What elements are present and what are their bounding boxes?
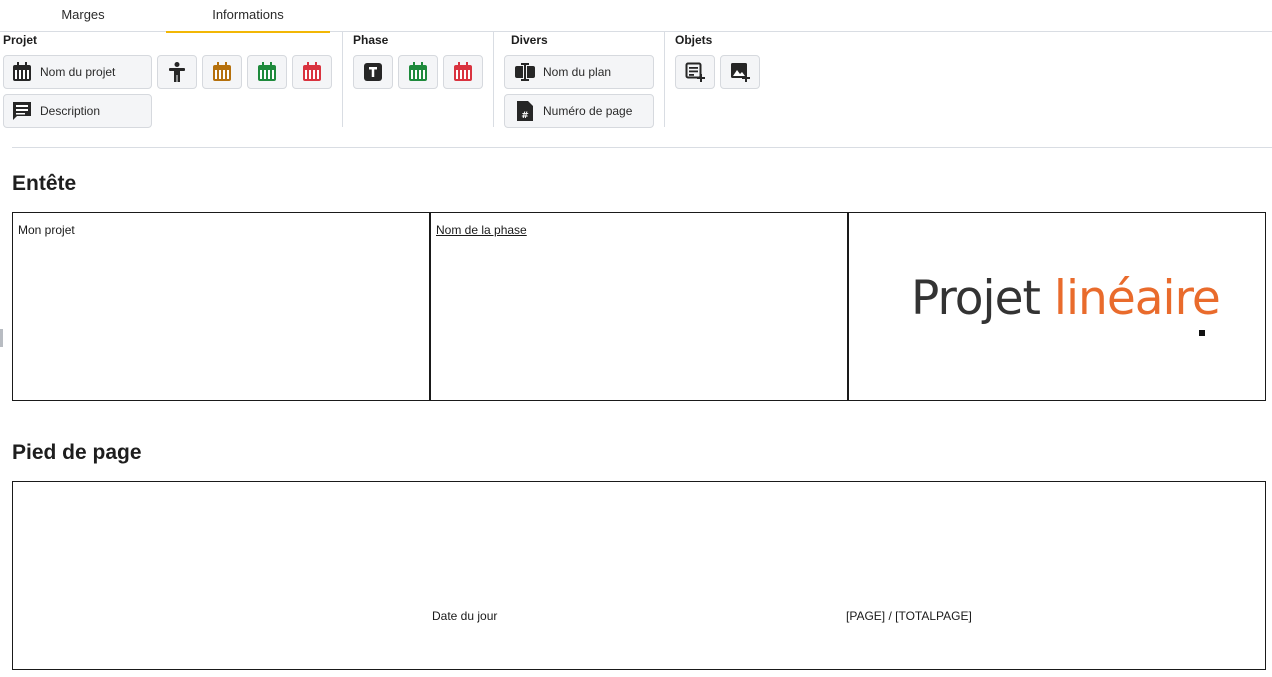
comment-icon <box>13 102 31 120</box>
nom-du-plan-button[interactable]: Nom du plan <box>504 55 654 89</box>
nom-du-plan-label: Nom du plan <box>543 65 612 79</box>
calendar-green-icon <box>409 62 427 81</box>
tab-bar: Marges Informations <box>0 0 1272 33</box>
ribbon-divider <box>12 147 1272 148</box>
calendar-green-button[interactable] <box>247 55 287 89</box>
person-icon <box>169 62 185 82</box>
add-text-icon <box>685 62 705 82</box>
numero-de-page-label: Numéro de page <box>543 104 633 118</box>
numero-de-page-button[interactable]: # Numéro de page <box>504 94 654 128</box>
calendar-orange-button[interactable] <box>202 55 242 89</box>
add-image-icon <box>731 63 750 82</box>
header-frame: Mon projet Nom de la phase Projet linéai… <box>12 212 1266 401</box>
active-tab-indicator <box>166 31 330 33</box>
group-title-divers: Divers <box>511 33 548 47</box>
description-button[interactable]: Description <box>3 94 152 128</box>
footer-section-title: Pied de page <box>12 441 142 464</box>
header-cell-right[interactable]: Projet linéaire <box>849 213 1265 400</box>
phase-calendar-red-button[interactable] <box>443 55 483 89</box>
tab-informations-label: Informations <box>212 7 284 22</box>
logo-text-dark: Projet <box>911 271 1041 326</box>
header-project-name: Mon projet <box>18 223 75 237</box>
svg-text:#: # <box>521 111 529 121</box>
calendar-green-icon <box>258 62 276 81</box>
footer-page-number-field: [PAGE] / [TOTALPAGE] <box>846 609 972 623</box>
calendar-red-button[interactable] <box>292 55 332 89</box>
add-image-button[interactable] <box>720 55 760 89</box>
projet-lineaire-logo: Projet linéaire <box>911 271 1221 326</box>
person-button[interactable] <box>157 55 197 89</box>
page-number-icon: # <box>517 101 533 121</box>
footer-frame[interactable]: Date du jour [PAGE] / [TOTALPAGE] <box>12 481 1266 670</box>
header-section-title: Entête <box>12 172 77 195</box>
header-cell-left[interactable]: Mon projet <box>13 213 430 400</box>
group-divider <box>493 32 494 127</box>
group-divider <box>664 32 665 127</box>
resize-handle[interactable] <box>0 329 3 347</box>
calendar-orange-icon <box>213 62 231 81</box>
logo-text-orange: linéaire <box>1053 271 1221 326</box>
group-title-projet: Projet <box>3 33 38 47</box>
nom-du-projet-button[interactable]: Nom du projet <box>3 55 152 89</box>
add-text-button[interactable] <box>675 55 715 89</box>
group-title-phase: Phase <box>353 33 389 47</box>
header-cell-middle[interactable]: Nom de la phase <box>431 213 848 400</box>
footer-date-field: Date du jour <box>432 609 498 623</box>
phase-calendar-green-button[interactable] <box>398 55 438 89</box>
logo-dot <box>1199 330 1205 336</box>
calendar-dark-icon <box>13 62 31 81</box>
header-phase-name: Nom de la phase <box>436 223 527 237</box>
tab-marges[interactable]: Marges <box>0 0 166 32</box>
phase-text-button[interactable] <box>353 55 393 89</box>
text-t-icon <box>364 63 382 81</box>
description-label: Description <box>40 104 101 118</box>
group-divider <box>342 32 343 127</box>
nom-du-projet-label: Nom du projet <box>40 65 116 79</box>
calendar-red-icon <box>454 62 472 81</box>
group-title-objets: Objets <box>675 33 713 47</box>
tab-informations[interactable]: Informations <box>166 0 330 33</box>
text-cursor-icon <box>515 63 535 81</box>
calendar-red-icon <box>303 62 321 81</box>
